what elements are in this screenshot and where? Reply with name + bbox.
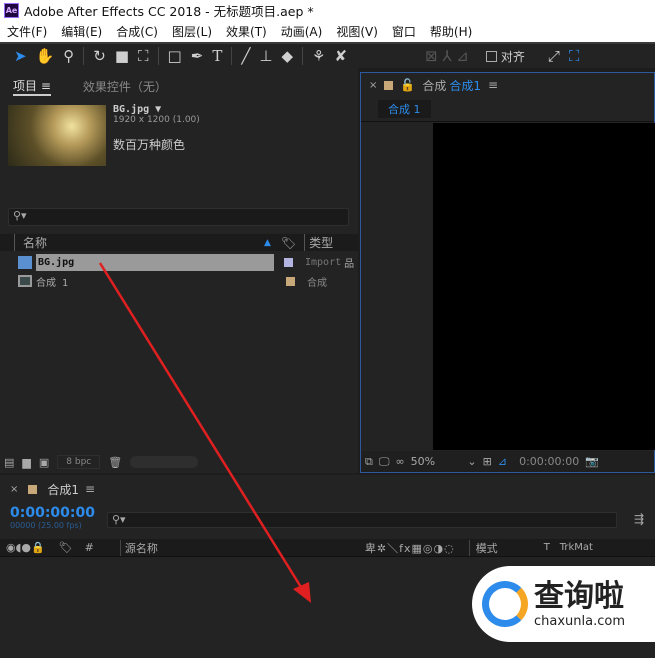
- watermark: 查询啦 chaxunla.com: [472, 566, 655, 642]
- arrow-head: [293, 582, 311, 603]
- annotation-arrow: [98, 262, 311, 603]
- watermark-logo-icon: [482, 581, 528, 627]
- arrow-line: [98, 262, 306, 593]
- watermark-url: chaxunla.com: [534, 613, 625, 629]
- watermark-text: 查询啦: [534, 578, 624, 614]
